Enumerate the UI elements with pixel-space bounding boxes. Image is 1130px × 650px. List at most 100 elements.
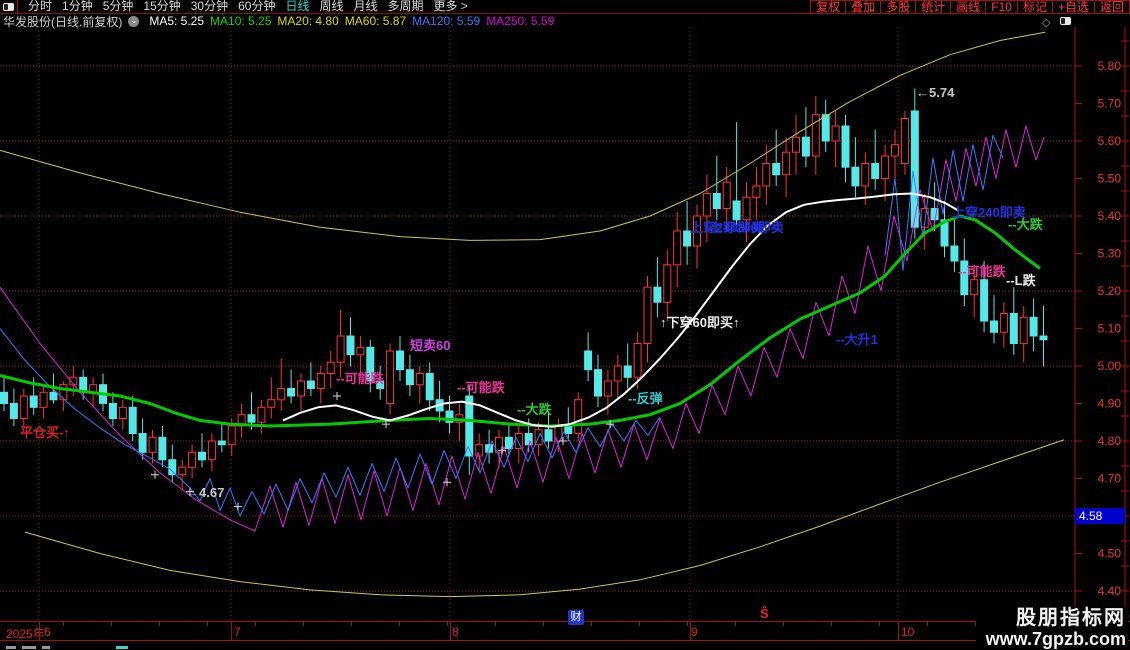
candle[interactable]: [326, 351, 335, 389]
candle[interactable]: [881, 144, 890, 201]
candle[interactable]: [712, 156, 721, 220]
candle[interactable]: [792, 114, 800, 175]
candle[interactable]: [554, 418, 563, 453]
candle[interactable]: [831, 111, 840, 168]
candle[interactable]: [445, 396, 454, 434]
toolbar-button-add-watchlist[interactable]: +自选: [1051, 0, 1095, 14]
candle[interactable]: [594, 354, 602, 408]
candle[interactable]: [168, 444, 177, 483]
panel-layout-icon: [3, 2, 14, 11]
window-layout-button[interactable]: [0, 0, 18, 14]
candle[interactable]: [663, 249, 672, 321]
candle[interactable]: [990, 294, 998, 344]
candle[interactable]: [821, 99, 830, 153]
period-tab-1min[interactable]: 1分钟: [62, 0, 93, 13]
candle[interactable]: [287, 369, 296, 404]
candle[interactable]: [1039, 306, 1048, 366]
candle[interactable]: [693, 204, 701, 269]
candle[interactable]: [613, 354, 622, 400]
candle[interactable]: [178, 459, 187, 490]
candle[interactable]: [9, 388, 18, 427]
candle[interactable]: [188, 444, 197, 479]
period-tab-15min[interactable]: 15分钟: [143, 0, 180, 13]
candle[interactable]: [752, 167, 761, 220]
candle[interactable]: [950, 219, 959, 273]
candle[interactable]: [198, 433, 206, 468]
toolbar-button-mark[interactable]: 标记: [1016, 0, 1053, 14]
month-label-9: 9: [691, 625, 698, 639]
candle[interactable]: [0, 377, 8, 411]
candle[interactable]: [514, 426, 523, 464]
candle[interactable]: [237, 403, 246, 438]
toolbar-button-back[interactable]: 返回: [1093, 0, 1130, 14]
candle[interactable]: [574, 392, 583, 441]
candle[interactable]: [207, 433, 216, 472]
candle[interactable]: [455, 403, 464, 442]
candle[interactable]: [623, 343, 632, 389]
toolbar-button-multi-stock[interactable]: 多股: [880, 0, 917, 14]
period-tab-monthly[interactable]: 月线: [354, 0, 378, 13]
candle[interactable]: [425, 362, 434, 411]
period-tab-daily[interactable]: 日线: [285, 0, 309, 13]
toolbar-button-stats[interactable]: 统计: [915, 0, 952, 14]
candle[interactable]: [386, 343, 395, 415]
toolbar-button-f10[interactable]: F10: [985, 0, 1018, 14]
candle[interactable]: [772, 129, 781, 186]
candle[interactable]: [346, 317, 355, 366]
period-tab-30min[interactable]: 30分钟: [191, 0, 228, 13]
candlestick-chart[interactable]: 平仓买-↑←4.67--可能跌短卖60--可能跌--大跌--反弹↑下穿60即买↑…: [0, 27, 1130, 621]
candle[interactable]: [435, 381, 444, 423]
candle[interactable]: [118, 399, 127, 430]
candle[interactable]: [851, 137, 860, 198]
candle[interactable]: [108, 392, 117, 426]
candle[interactable]: [1029, 298, 1038, 352]
candle[interactable]: [217, 422, 226, 453]
period-tab-more[interactable]: 更多 >: [434, 0, 468, 13]
candle[interactable]: [485, 429, 494, 464]
period-tab-5min[interactable]: 5分钟: [103, 0, 134, 13]
candle[interactable]: [297, 373, 305, 412]
candle[interactable]: [267, 377, 276, 419]
candle[interactable]: [643, 276, 652, 363]
candle[interactable]: [336, 309, 345, 378]
candle[interactable]: [534, 422, 543, 456]
candle[interactable]: [277, 358, 286, 412]
candle[interactable]: [811, 96, 820, 175]
candle[interactable]: [257, 399, 266, 434]
candle[interactable]: [405, 354, 414, 396]
candle[interactable]: [841, 114, 850, 183]
candle[interactable]: [1009, 287, 1018, 355]
candle[interactable]: [1019, 306, 1028, 363]
period-tab-weekly[interactable]: 周线: [319, 0, 343, 13]
toolbar-button-adjust[interactable]: 复权: [810, 0, 847, 14]
candle[interactable]: [415, 366, 424, 404]
candle[interactable]: [128, 396, 137, 441]
candle[interactable]: [316, 366, 325, 404]
candle[interactable]: [732, 122, 741, 228]
panel-toggle-button[interactable]: [1060, 17, 1071, 25]
candle[interactable]: [19, 388, 28, 427]
period-tab-time-sharing[interactable]: 分时: [28, 0, 52, 13]
chevron-down-icon[interactable]: ⌄: [128, 15, 140, 27]
candle[interactable]: [584, 332, 593, 381]
candle[interactable]: [39, 384, 48, 419]
candle[interactable]: [999, 302, 1008, 348]
candle[interactable]: [782, 137, 791, 198]
candle[interactable]: [673, 212, 682, 288]
candle[interactable]: [158, 426, 167, 468]
candle[interactable]: [900, 111, 909, 175]
candle[interactable]: [891, 129, 899, 183]
period-tab-60min[interactable]: 60分钟: [238, 0, 275, 13]
month-label-6: 6: [44, 625, 51, 639]
toolbar-button-draw-line[interactable]: 画线: [950, 0, 987, 14]
candle[interactable]: [653, 257, 662, 318]
candle[interactable]: [871, 129, 880, 190]
candle[interactable]: [306, 362, 315, 396]
candle[interactable]: [396, 336, 404, 381]
period-tab-multi-period[interactable]: 多周期: [388, 0, 424, 13]
candle[interactable]: [762, 144, 771, 205]
candle[interactable]: [801, 107, 810, 168]
candle[interactable]: [504, 422, 513, 456]
candle[interactable]: [465, 384, 474, 475]
toolbar-button-overlay[interactable]: 叠加: [845, 0, 882, 14]
